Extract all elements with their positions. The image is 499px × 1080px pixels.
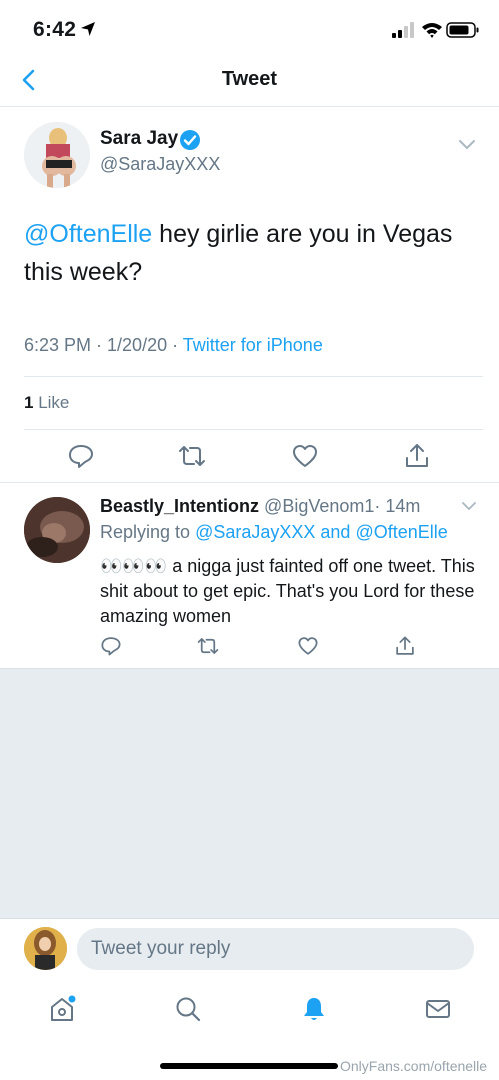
divider bbox=[24, 376, 483, 377]
replying-and: and bbox=[315, 522, 356, 542]
like-icon[interactable] bbox=[297, 635, 319, 657]
empty-area bbox=[0, 668, 499, 919]
avatar-image bbox=[24, 927, 67, 970]
likes-count[interactable]: 1 Like bbox=[24, 393, 69, 413]
reply-icon[interactable] bbox=[100, 635, 122, 657]
verified-badge-icon bbox=[180, 130, 200, 150]
status-time: 6:42 bbox=[33, 18, 77, 41]
tweet-meta: 6:23 PM · 1/20/20 · Twitter for iPhone bbox=[24, 335, 323, 356]
watermark: OnlyFans.com/oftenelle bbox=[340, 1058, 488, 1074]
reply-time: · 14m bbox=[374, 496, 421, 516]
notifications-bell-icon[interactable] bbox=[300, 995, 328, 1023]
tweet-text-line1: hey girlie are you in Vegas bbox=[152, 220, 453, 248]
wifi-icon bbox=[422, 23, 442, 38]
mention-link[interactable]: @OftenElle bbox=[355, 522, 447, 542]
avatar-image bbox=[24, 122, 90, 188]
reply-author-name[interactable]: Beastly_Intentionz bbox=[100, 496, 259, 516]
like-icon[interactable] bbox=[291, 442, 319, 470]
tweet-timestamp: 6:23 PM · 1/20/20 · bbox=[24, 335, 183, 355]
tweet-source-link[interactable]: Twitter for iPhone bbox=[183, 335, 323, 355]
author-handle: @SaraJayXXX bbox=[100, 154, 221, 174]
tweet-text-line2: this week? bbox=[24, 258, 143, 286]
signal-icon bbox=[392, 22, 414, 38]
reply-author-avatar[interactable] bbox=[24, 497, 90, 563]
reply-author-handle: @BigVenom1 bbox=[264, 496, 375, 516]
reply-input[interactable]: Tweet your reply bbox=[77, 928, 474, 970]
search-icon[interactable] bbox=[174, 995, 202, 1023]
share-icon[interactable] bbox=[394, 635, 416, 657]
home-indicator bbox=[160, 1063, 338, 1069]
likes-label: Like bbox=[33, 393, 70, 412]
replying-prefix: Replying to bbox=[100, 522, 196, 542]
chevron-down-icon[interactable] bbox=[458, 137, 476, 151]
reply-icon[interactable] bbox=[67, 442, 95, 470]
divider bbox=[0, 482, 499, 483]
author-avatar[interactable] bbox=[24, 122, 90, 188]
mention-link[interactable]: @OftenElle bbox=[24, 220, 152, 248]
reply-header: Beastly_Intentionz @BigVenom1· 14m bbox=[100, 496, 420, 517]
retweet-icon[interactable] bbox=[197, 635, 219, 657]
location-arrow-icon bbox=[81, 22, 95, 36]
battery-icon bbox=[446, 22, 479, 38]
reply-placeholder: Tweet your reply bbox=[91, 938, 231, 959]
divider bbox=[24, 429, 483, 430]
page-title: Tweet bbox=[221, 68, 278, 90]
replying-to: Replying to @SaraJayXXX and @OftenElle bbox=[100, 522, 448, 543]
nav-bar: Tweet bbox=[0, 60, 499, 107]
messages-icon[interactable] bbox=[424, 995, 452, 1023]
status-bar: 6:42 bbox=[0, 0, 499, 60]
mention-link[interactable]: @SaraJayXXX bbox=[195, 522, 315, 542]
share-icon[interactable] bbox=[403, 442, 431, 470]
reply-text: 👀👀👀 a nigga just fainted off one tweet. … bbox=[100, 556, 475, 626]
avatar-image bbox=[24, 497, 90, 563]
my-avatar[interactable] bbox=[24, 927, 67, 970]
tweet-text: @OftenElle hey girlie are you in Vegas t… bbox=[24, 215, 474, 291]
retweet-icon[interactable] bbox=[178, 442, 206, 470]
author-name[interactable]: Sara Jay bbox=[100, 128, 178, 150]
home-icon[interactable] bbox=[48, 995, 76, 1023]
chevron-down-icon[interactable] bbox=[461, 500, 477, 512]
